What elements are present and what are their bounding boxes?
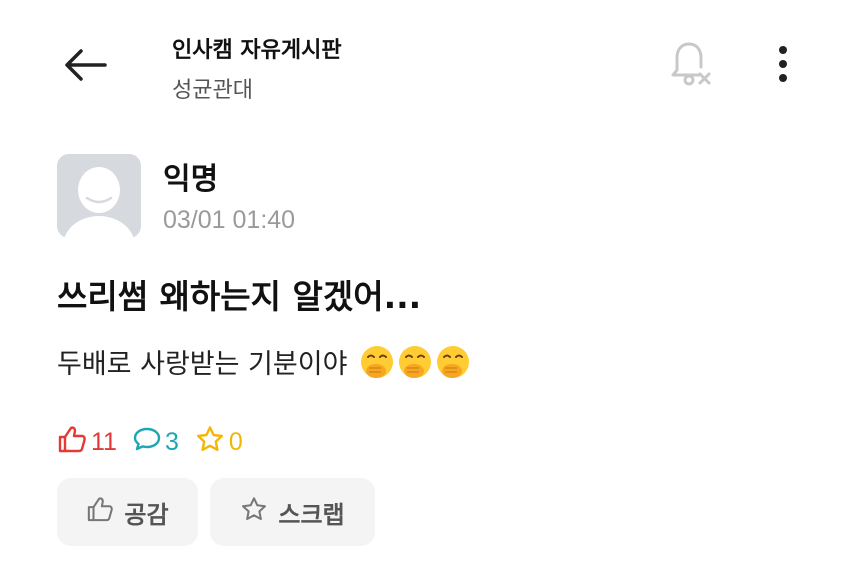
scrap-count: 0 — [195, 425, 243, 460]
thumbs-up-icon — [57, 425, 91, 460]
star-icon — [195, 425, 229, 460]
like-button[interactable]: 공감 — [57, 478, 198, 546]
speech-bubble-icon — [133, 425, 165, 460]
author-name: 익명 — [163, 162, 219, 197]
star-icon — [240, 496, 278, 528]
post-stats: 11 3 0 — [57, 425, 259, 460]
face-with-hand-over-mouth-icon — [399, 345, 432, 378]
face-with-hand-over-mouth-icon — [361, 345, 394, 378]
like-button-label: 공감 — [124, 500, 169, 529]
school-name: 성균관대 — [172, 78, 253, 103]
like-count: 11 — [57, 425, 117, 460]
post-timestamp: 03/01 01:40 — [163, 206, 296, 234]
like-count-value: 11 — [91, 428, 117, 456]
post-body: 두배로 사랑받는 기분이야 — [57, 342, 471, 381]
comment-count-value: 3 — [164, 428, 179, 456]
app-header: 인사캠 자유게시판 성균관대 — [0, 0, 850, 120]
post-title: 쓰리썸 왜하는지 알겠어... — [57, 277, 422, 316]
bell-off-icon — [667, 39, 713, 93]
back-button[interactable] — [58, 42, 112, 92]
scrap-button[interactable]: 스크랩 — [210, 478, 375, 546]
board-title: 인사캠 자유게시판 — [172, 38, 342, 63]
emoji-group — [359, 344, 471, 380]
arrow-left-icon — [63, 47, 107, 87]
thumbs-up-icon — [86, 496, 124, 528]
scrap-button-label: 스크랩 — [278, 500, 345, 529]
anonymous-user-icon — [64, 167, 134, 238]
more-options-button[interactable] — [764, 40, 802, 92]
scrap-count-value: 0 — [228, 428, 243, 456]
avatar — [57, 154, 141, 238]
more-vertical-icon — [778, 44, 788, 88]
face-with-hand-over-mouth-icon — [437, 345, 470, 378]
notification-toggle-button[interactable] — [664, 40, 716, 92]
comment-count: 3 — [133, 425, 179, 460]
post-body-text: 두배로 사랑받는 기분이야 — [57, 349, 348, 380]
